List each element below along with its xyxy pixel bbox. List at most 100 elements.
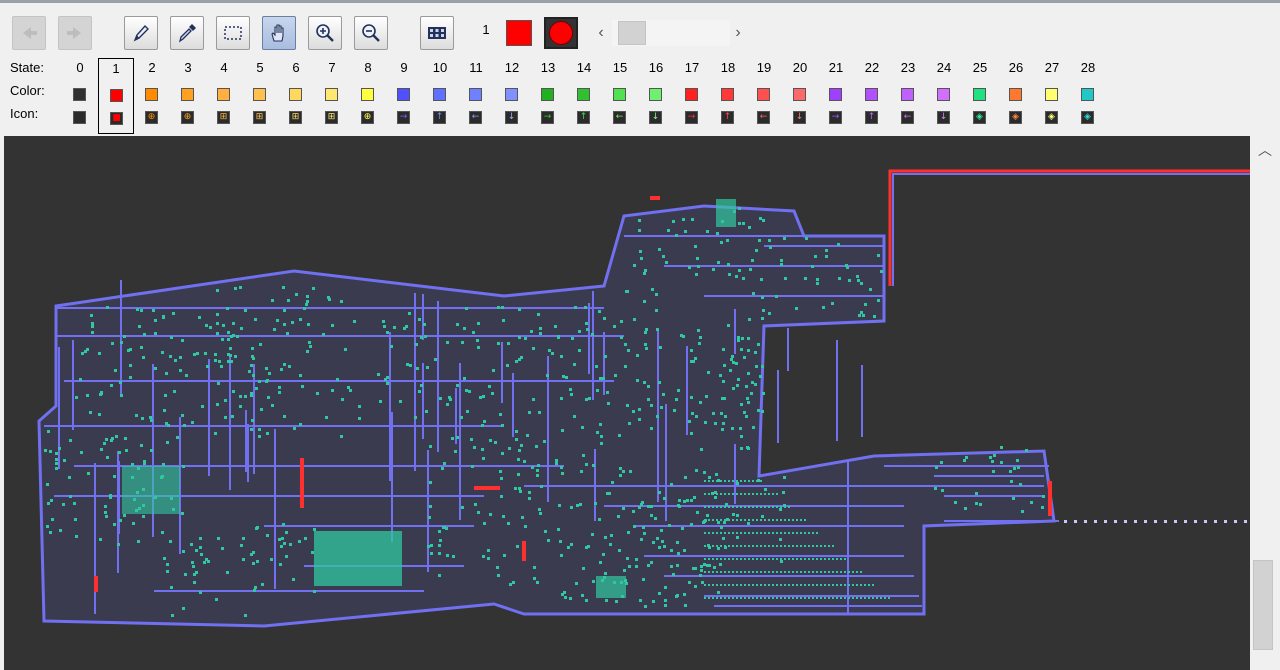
state-column-5[interactable]: 5 ⊞ [242,58,278,134]
state-column-13[interactable]: 13 → [530,58,566,134]
state-column-14[interactable]: 14 ↑ [566,58,602,134]
state-color-swatch[interactable] [1081,88,1094,101]
state-column-6[interactable]: 6 ⊞ [278,58,314,134]
state-column-11[interactable]: 11 ← [458,58,494,134]
state-icon-swatch[interactable]: ← [901,111,914,124]
state-column-19[interactable]: 19 ← [746,58,782,134]
state-column-25[interactable]: 25 ◈ [962,58,998,134]
state-color-swatch[interactable] [433,88,446,101]
state-column-23[interactable]: 23 ← [890,58,926,134]
move-tool-button[interactable] [262,16,296,50]
current-state-icon-swatch[interactable] [544,17,578,49]
state-column-15[interactable]: 15 ← [602,58,638,134]
zoom-in-button[interactable] [308,16,342,50]
state-icon-swatch[interactable]: ↓ [793,111,806,124]
state-color-swatch[interactable] [685,88,698,101]
state-column-26[interactable]: 26 ◈ [998,58,1034,134]
state-icon-swatch[interactable]: ⊕ [181,111,194,124]
state-column-18[interactable]: 18 ↑ [710,58,746,134]
state-color-swatch[interactable] [217,88,230,101]
draw-tool-button[interactable] [124,16,158,50]
vertical-scroll-thumb[interactable] [1253,560,1273,650]
state-icon-swatch[interactable]: ↑ [577,111,590,124]
state-color-swatch[interactable] [541,88,554,101]
state-color-swatch[interactable] [1009,88,1022,101]
chevron-up-icon[interactable]: ︿ [1255,140,1275,160]
state-color-swatch[interactable] [110,89,123,102]
state-color-swatch[interactable] [253,88,266,101]
state-color-swatch[interactable] [793,88,806,101]
state-color-swatch[interactable] [145,88,158,101]
state-icon-swatch[interactable]: ↑ [865,111,878,124]
current-state-color-swatch[interactable] [506,20,532,46]
state-column-9[interactable]: 9 → [386,58,422,134]
state-icon-swatch[interactable]: ↑ [433,111,446,124]
state-icon-swatch[interactable]: ⊕ [361,111,374,124]
state-icon-swatch[interactable]: ◈ [1045,111,1058,124]
state-column-27[interactable]: 27 ◈ [1034,58,1070,134]
state-icon-swatch[interactable]: → [829,111,842,124]
state-icon-swatch[interactable]: → [541,111,554,124]
state-color-swatch[interactable] [361,88,374,101]
pattern-canvas[interactable] [4,136,1250,670]
select-tool-button[interactable] [216,16,250,50]
state-color-swatch[interactable] [901,88,914,101]
state-color-swatch[interactable] [865,88,878,101]
state-color-swatch[interactable] [181,88,194,101]
state-column-10[interactable]: 10 ↑ [422,58,458,134]
state-panel-button[interactable] [420,16,454,50]
state-color-swatch[interactable] [469,88,482,101]
state-icon-swatch[interactable]: ◈ [1081,111,1094,124]
state-icon-swatch[interactable]: ■ [110,112,123,125]
state-icon-swatch[interactable]: ↓ [505,111,518,124]
state-color-swatch[interactable] [397,88,410,101]
state-column-7[interactable]: 7 ⊞ [314,58,350,134]
state-column-21[interactable]: 21 → [818,58,854,134]
state-color-swatch[interactable] [73,88,86,101]
state-color-swatch[interactable] [577,88,590,101]
undo-button[interactable] [12,16,46,50]
state-column-17[interactable]: 17 → [674,58,710,134]
state-column-20[interactable]: 20 ↓ [782,58,818,134]
state-color-swatch[interactable] [757,88,770,101]
state-icon-swatch[interactable]: ← [613,111,626,124]
state-icon-swatch[interactable]: ⊞ [253,111,266,124]
state-icon-swatch[interactable] [73,111,86,124]
state-scroll-thumb[interactable] [618,21,646,45]
state-icon-swatch[interactable]: → [685,111,698,124]
state-column-4[interactable]: 4 ⊞ [206,58,242,134]
state-icon-swatch[interactable]: ↓ [649,111,662,124]
state-column-12[interactable]: 12 ↓ [494,58,530,134]
pick-tool-button[interactable] [170,16,204,50]
chevron-left-icon[interactable]: ‹ [593,23,609,43]
state-column-0[interactable]: 0 [62,58,98,134]
state-icon-swatch[interactable]: ⊞ [325,111,338,124]
state-icon-swatch[interactable]: ↓ [937,111,950,124]
state-icon-swatch[interactable]: ← [757,111,770,124]
state-color-swatch[interactable] [649,88,662,101]
state-column-2[interactable]: 2 ⊕ [134,58,170,134]
state-icon-swatch[interactable]: ◈ [1009,111,1022,124]
state-column-3[interactable]: 3 ⊕ [170,58,206,134]
state-color-swatch[interactable] [973,88,986,101]
state-column-1[interactable]: 1 ■ [98,58,134,134]
state-color-swatch[interactable] [721,88,734,101]
state-column-24[interactable]: 24 ↓ [926,58,962,134]
state-icon-swatch[interactable]: ← [469,111,482,124]
zoom-out-button[interactable] [354,16,388,50]
redo-button[interactable] [58,16,92,50]
state-color-swatch[interactable] [613,88,626,101]
state-icon-swatch[interactable]: ⊕ [145,111,158,124]
state-color-swatch[interactable] [505,88,518,101]
state-color-swatch[interactable] [937,88,950,101]
state-color-swatch[interactable] [289,88,302,101]
state-column-16[interactable]: 16 ↓ [638,58,674,134]
state-icon-swatch[interactable]: ◈ [973,111,986,124]
state-color-swatch[interactable] [829,88,842,101]
state-icon-swatch[interactable]: ⊞ [289,111,302,124]
state-icon-swatch[interactable]: ⊞ [217,111,230,124]
chevron-right-icon[interactable]: › [730,23,746,43]
state-icon-swatch[interactable]: ↑ [721,111,734,124]
state-icon-swatch[interactable]: → [397,111,410,124]
state-column-28[interactable]: 28 ◈ [1070,58,1106,134]
